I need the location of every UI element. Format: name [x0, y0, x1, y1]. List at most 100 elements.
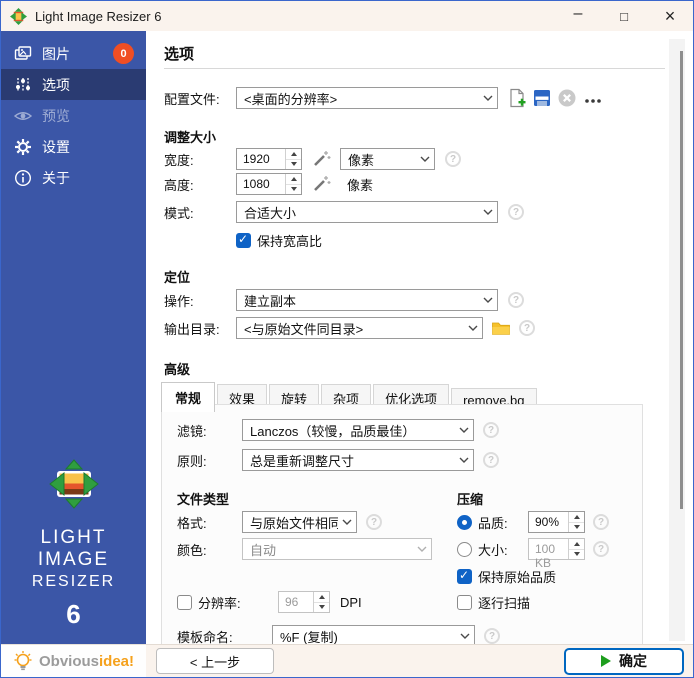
width-unit-select[interactable]: 像素 — [340, 148, 435, 170]
quality-label: 品质: — [478, 513, 520, 532]
action-label: 操作: — [164, 291, 236, 310]
height-unit-text: 像素 — [347, 175, 373, 194]
ok-button[interactable]: 确定 — [564, 648, 684, 675]
size-label: 大小: — [478, 540, 520, 559]
sidebar-item-label: 关于 — [42, 168, 70, 188]
color-label: 颜色: — [177, 540, 242, 559]
sidebar-item-preview[interactable]: 预览 — [1, 100, 146, 131]
height-spinner[interactable] — [285, 174, 301, 194]
color-select[interactable]: 自动 — [242, 538, 432, 560]
tab-general[interactable]: 常规 — [161, 382, 215, 412]
browse-folder-icon[interactable] — [491, 318, 511, 338]
progressive-checkbox[interactable] — [457, 595, 472, 610]
logo-text-light: LIGHT — [1, 527, 146, 549]
chevron-down-icon — [483, 297, 493, 303]
chevron-down-icon — [420, 156, 430, 162]
images-icon — [14, 45, 32, 63]
width-label: 宽度: — [164, 150, 236, 169]
obviousidea-brand-link[interactable]: Obviousidea! — [1, 644, 146, 677]
sidebar-item-settings[interactable]: 设置 — [1, 131, 146, 162]
policy-label: 原则: — [177, 451, 242, 470]
close-button[interactable] — [647, 1, 693, 31]
chevron-down-icon — [417, 546, 427, 552]
image-count-badge: 0 — [113, 43, 134, 64]
light-image-resizer-logo-icon — [48, 458, 100, 510]
sidebar-logo: LIGHT IMAGE RESIZER 6 — [1, 458, 146, 644]
minimize-button[interactable] — [555, 1, 601, 31]
footer-bar: < 上一步 确定 — [146, 644, 693, 677]
page-title: 选项 — [164, 43, 194, 64]
profile-label: 配置文件: — [164, 89, 236, 108]
template-help-icon[interactable] — [484, 628, 500, 644]
policy-select[interactable]: 总是重新调整尺寸 — [242, 449, 474, 471]
sidebar-item-images[interactable]: 图片 0 — [1, 38, 146, 69]
output-dir-label: 输出目录: — [164, 319, 236, 338]
sidebar-item-about[interactable]: 关于 — [1, 162, 146, 193]
size-radio[interactable] — [457, 542, 472, 557]
template-label: 模板命名: — [177, 627, 272, 646]
format-select[interactable]: 与原始文件相同 — [242, 511, 357, 533]
width-spinner[interactable] — [285, 149, 301, 169]
play-icon — [601, 655, 611, 667]
output-dir-select[interactable]: <与原始文件同目录> — [236, 317, 483, 339]
magic-wand-icon[interactable] — [311, 174, 331, 194]
output-dir-help-icon[interactable] — [519, 320, 535, 336]
keep-original-quality-checkbox[interactable] — [457, 569, 472, 584]
new-profile-icon[interactable] — [507, 88, 527, 108]
logo-text-version: 6 — [1, 599, 146, 630]
filter-label: 滤镜: — [177, 421, 242, 440]
logo-text-resizer: RESIZER — [1, 571, 146, 593]
info-icon — [14, 169, 32, 187]
quality-help-icon[interactable] — [593, 514, 609, 530]
mode-help-icon[interactable] — [508, 204, 524, 220]
height-input[interactable]: 1080 — [236, 173, 302, 195]
keep-original-quality-label: 保持原始品质 — [478, 567, 556, 586]
quality-radio[interactable] — [457, 515, 472, 530]
maximize-button[interactable] — [601, 1, 647, 31]
chevron-down-icon — [483, 209, 493, 215]
sidebar-item-label: 设置 — [42, 137, 70, 157]
vertical-scrollbar[interactable] — [669, 39, 685, 641]
save-profile-icon[interactable] — [532, 88, 552, 108]
width-help-icon[interactable] — [445, 151, 461, 167]
quality-spinner[interactable] — [568, 512, 584, 532]
eye-icon — [14, 107, 32, 125]
delete-profile-icon[interactable] — [557, 88, 577, 108]
action-select[interactable]: 建立副本 — [236, 289, 498, 311]
size-input[interactable]: 100 KB — [528, 538, 585, 560]
filter-help-icon[interactable] — [483, 422, 499, 438]
compression-heading: 压缩 — [457, 489, 483, 508]
advanced-section-heading: 高级 — [164, 359, 190, 378]
dpi-unit-text: DPI — [340, 595, 362, 610]
lightbulb-icon — [13, 650, 33, 672]
policy-help-icon[interactable] — [483, 452, 499, 468]
keep-aspect-checkbox[interactable] — [236, 233, 251, 248]
window-title: Light Image Resizer 6 — [35, 9, 161, 24]
back-button[interactable]: < 上一步 — [156, 648, 274, 674]
width-input[interactable]: 1920 — [236, 148, 302, 170]
main-panel: 选项 配置文件: <桌面的分辨率> — [146, 31, 693, 677]
resolution-checkbox[interactable] — [177, 595, 192, 610]
resolution-spinner[interactable] — [313, 592, 329, 612]
scrollbar-thumb[interactable] — [680, 51, 683, 509]
mode-select[interactable]: 合适大小 — [236, 201, 498, 223]
resize-section-heading: 调整大小 — [164, 127, 216, 146]
gear-icon — [14, 138, 32, 156]
sidebar-item-options[interactable]: 选项 — [1, 69, 146, 100]
resolution-label: 分辨率: — [198, 593, 270, 612]
size-help-icon[interactable] — [593, 541, 609, 557]
filter-select[interactable]: Lanczos（较慢，品质最佳） — [242, 419, 474, 441]
location-section-heading: 定位 — [164, 267, 190, 286]
action-help-icon[interactable] — [508, 292, 524, 308]
resolution-input[interactable]: 96 — [278, 591, 330, 613]
titlebar: Light Image Resizer 6 — [1, 1, 693, 31]
chevron-down-icon — [483, 95, 493, 101]
more-options-icon[interactable] — [583, 88, 603, 108]
format-help-icon[interactable] — [366, 514, 382, 530]
profile-select[interactable]: <桌面的分辨率> — [236, 87, 498, 109]
size-spinner[interactable] — [568, 539, 584, 559]
quality-input[interactable]: 90% — [528, 511, 585, 533]
general-tab-panel: 滤镜: Lanczos（较慢，品质最佳） 原则: 总是重新调整尺寸 — [161, 404, 643, 646]
sidebar-item-label: 图片 — [42, 44, 70, 64]
magic-wand-icon[interactable] — [311, 149, 331, 169]
